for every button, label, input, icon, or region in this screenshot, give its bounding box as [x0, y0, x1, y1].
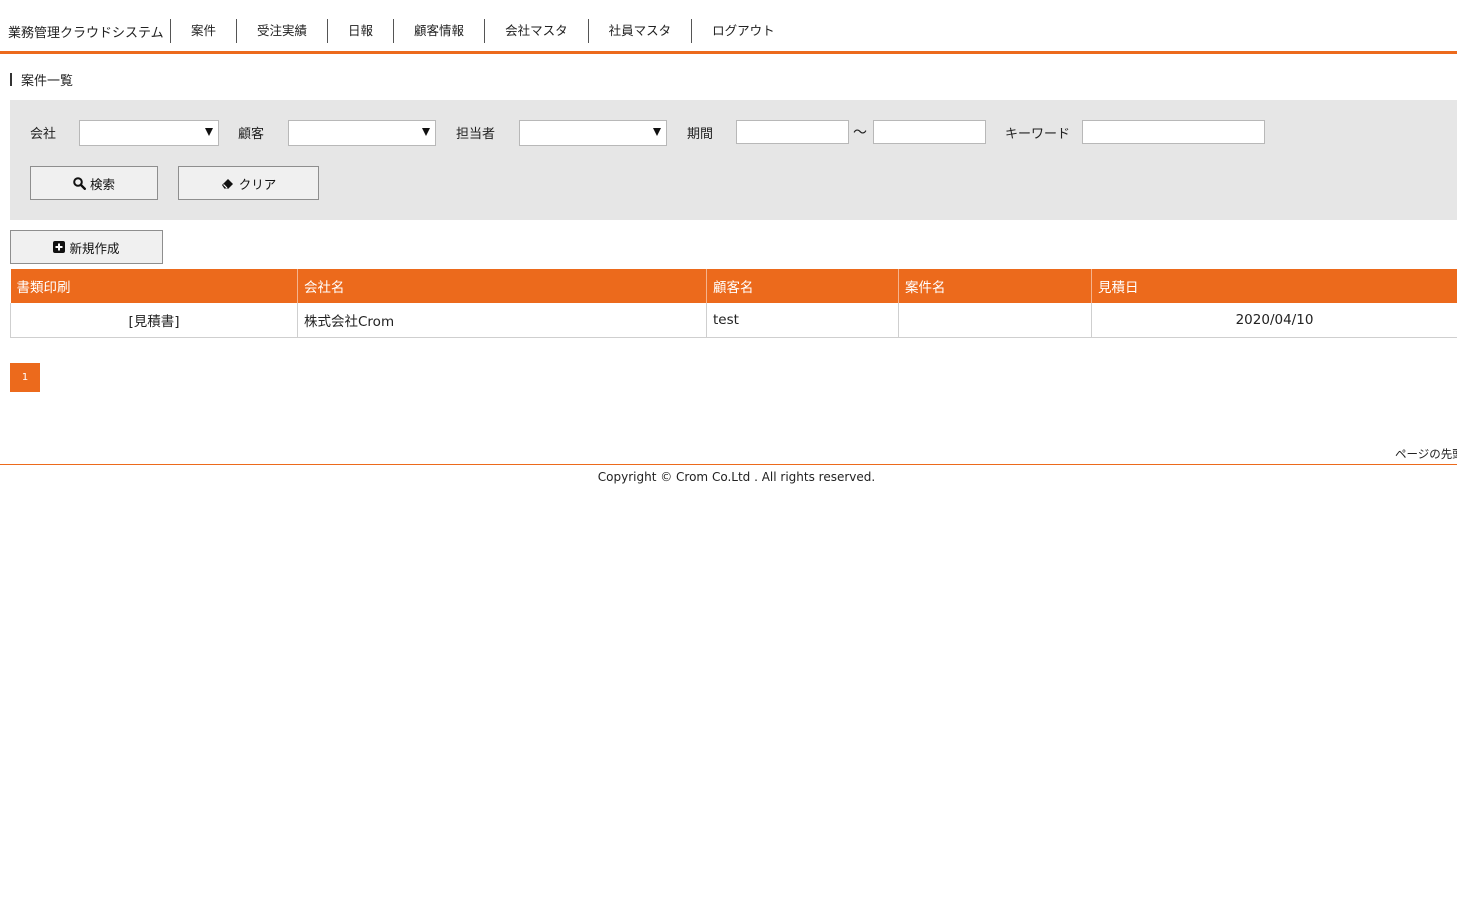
search-button-label: 検索 — [89, 176, 115, 192]
column-header-estimate-date[interactable]: 見積日 — [1091, 269, 1457, 303]
new-create-button-label: 新規作成 — [69, 240, 120, 256]
dropdown-arrow-icon — [653, 128, 661, 136]
copyright-text: Copyright © Crom Co.Ltd . All rights res… — [597, 470, 876, 484]
nav-item-order-results[interactable]: 受注実績 — [236, 19, 327, 43]
search-icon — [73, 176, 86, 190]
header: 業務管理クラウドシステム 案件 受注実績 日報 顧客情報 会社マスタ 社員マスタ… — [0, 0, 1457, 54]
nav-item-daily-report[interactable]: 日報 — [327, 19, 393, 43]
page-title: 案件一覧 — [10, 70, 73, 89]
new-create-button[interactable]: 新規作成 — [10, 230, 163, 264]
company-select[interactable] — [79, 120, 219, 146]
keyword-input[interactable] — [1082, 120, 1265, 144]
cell-company: 株式会社Crom — [297, 303, 707, 338]
cell-estimate-date: 2020/04/10 — [1091, 303, 1457, 338]
main-nav: 案件 受注実績 日報 顧客情報 会社マスタ 社員マスタ ログアウト — [170, 19, 795, 43]
cell-customer: test — [706, 303, 899, 338]
cell-project — [898, 303, 1092, 338]
nav-item-customer-info[interactable]: 顧客情報 — [393, 19, 484, 43]
period-to-input[interactable] — [873, 120, 986, 144]
dropdown-arrow-icon — [422, 128, 430, 136]
nav-item-logout[interactable]: ログアウト — [691, 19, 795, 43]
print-estimate-link[interactable]: [見積書] — [10, 303, 298, 338]
period-label: 期間 — [687, 127, 714, 142]
plus-square-icon — [53, 241, 66, 253]
projects-table: 書類印刷 会社名 顧客名 案件名 見積日 [見積書] 株式会社Crom test… — [10, 269, 1457, 338]
company-label: 会社 — [30, 127, 57, 142]
nav-item-projects[interactable]: 案件 — [170, 19, 236, 43]
customer-select[interactable] — [288, 120, 436, 146]
footer-divider — [0, 464, 1457, 465]
nav-item-company-master[interactable]: 会社マスタ — [484, 19, 588, 43]
column-header-project[interactable]: 案件名 — [898, 269, 1092, 303]
search-button[interactable]: 検索 — [30, 166, 158, 200]
keyword-label: キーワード — [1005, 127, 1071, 142]
nav-item-employee-master[interactable]: 社員マスタ — [587, 19, 692, 43]
dropdown-arrow-icon — [205, 128, 213, 136]
page-top-link[interactable]: ページの先頭 — [1395, 446, 1457, 462]
brand-title[interactable]: 業務管理クラウドシステム — [8, 22, 164, 41]
clear-button[interactable]: クリア — [178, 166, 319, 200]
title-bar-decoration — [10, 73, 12, 86]
clear-button-label: クリア — [238, 176, 277, 192]
customer-label: 顧客 — [238, 127, 265, 142]
search-filter-panel: 会社 顧客 担当者 期間 ～ キーワード 検索 クリア — [10, 100, 1457, 220]
pagination-page-1[interactable]: 1 — [10, 363, 40, 392]
period-from-input[interactable] — [736, 120, 849, 144]
staff-select[interactable] — [519, 120, 667, 146]
eraser-icon — [221, 179, 233, 189]
column-header-print[interactable]: 書類印刷 — [10, 269, 298, 303]
table-row[interactable]: [見積書] 株式会社Crom test 2020/04/10 — [10, 303, 1457, 338]
page-title-text: 案件一覧 — [21, 74, 74, 89]
period-separator: ～ — [853, 125, 867, 141]
column-header-customer[interactable]: 顧客名 — [706, 269, 899, 303]
staff-label: 担当者 — [456, 127, 496, 142]
column-header-company[interactable]: 会社名 — [297, 269, 707, 303]
table-header-row: 書類印刷 会社名 顧客名 案件名 見積日 — [10, 269, 1457, 303]
